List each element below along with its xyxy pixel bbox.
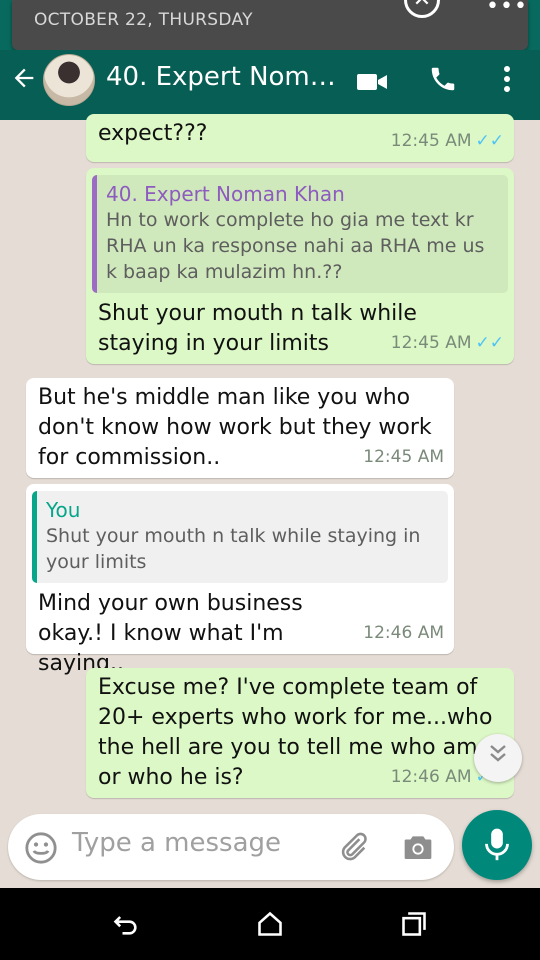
nav-home-icon[interactable] [256, 910, 284, 942]
more-vert-icon[interactable] [500, 64, 514, 98]
read-ticks-icon: ✓✓ [475, 131, 505, 151]
message-outgoing[interactable]: 40. Expert Noman Khan Hn to work complet… [86, 168, 514, 364]
quote-text: Hn to work complete ho gia me text kr RH… [106, 209, 485, 283]
notification-date: OCTOBER 22, THURSDAY [34, 10, 253, 30]
video-call-icon[interactable] [356, 70, 388, 98]
message-incoming[interactable]: You Shut your mouth n talk while staying… [26, 484, 454, 676]
emoji-icon[interactable] [24, 831, 58, 869]
back-arrow-icon[interactable] [10, 64, 38, 100]
message-time: 12:45 AM ✓✓ [390, 333, 505, 353]
message-outgoing[interactable]: Excuse me? I've complete team of 20+ exp… [86, 668, 514, 798]
quote-author: 40. Expert Noman Khan [106, 182, 345, 206]
message-incoming[interactable]: But he's middle man like you who don't k… [26, 378, 454, 478]
quoted-message[interactable]: You Shut your mouth n talk while staying… [32, 491, 448, 583]
message-time: 12:45 AM ✓✓ [390, 131, 505, 151]
nav-recents-icon[interactable] [400, 910, 428, 942]
quote-author: You [46, 498, 81, 522]
attach-icon[interactable] [336, 830, 370, 868]
chat-header: 40. Expert Noma... [0, 50, 540, 120]
mic-button[interactable] [462, 810, 532, 880]
camera-icon[interactable] [402, 832, 434, 866]
read-ticks-icon: ✓✓ [475, 333, 505, 353]
message-input-bar: Type a message [8, 814, 454, 880]
chat-title[interactable]: 40. Expert Noma... [106, 62, 338, 92]
message-time: 12:46 AM [363, 623, 444, 643]
message-input[interactable]: Type a message [72, 828, 281, 858]
more-horiz-icon[interactable]: ••• [486, 0, 528, 18]
notification-card[interactable]: OCTOBER 22, THURSDAY ✕ ••• [12, 0, 528, 50]
close-icon[interactable]: ✕ [404, 0, 440, 18]
mic-icon [485, 828, 509, 861]
message-outgoing[interactable]: expect??? 12:45 AM ✓✓ [86, 114, 514, 162]
avatar[interactable] [43, 54, 95, 106]
message-list[interactable]: expect??? 12:45 AM ✓✓ 40. Expert Noman Kh… [0, 114, 540, 810]
quote-text: Shut your mouth n talk while staying in … [46, 525, 421, 573]
quoted-message[interactable]: 40. Expert Noman Khan Hn to work complet… [92, 175, 508, 293]
message-time: 12:45 AM [363, 447, 444, 467]
phone-icon[interactable] [428, 64, 458, 98]
nav-back-icon[interactable] [112, 910, 140, 942]
scroll-down-icon[interactable] [474, 734, 522, 782]
system-nav-bar [0, 888, 540, 960]
